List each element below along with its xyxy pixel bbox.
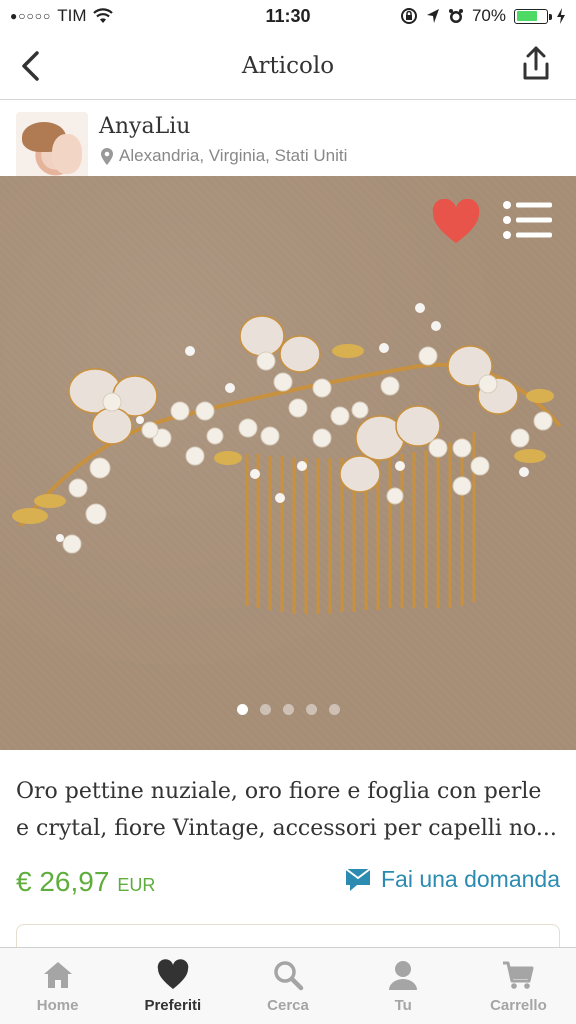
listing-title-text: Oro pettine nuziale, oro fiore e foglia … (16, 779, 557, 841)
charging-icon (557, 8, 565, 24)
tab-label: Preferiti (144, 997, 202, 1014)
status-time: 11:30 (265, 5, 311, 26)
avatar[interactable] (16, 112, 88, 184)
seller-location: Alexandria, Virginia, Stati Uniti (101, 146, 347, 166)
share-icon (523, 46, 549, 80)
battery-percent: 70% (471, 6, 506, 25)
location-arrow-icon (426, 9, 439, 23)
tab-tu[interactable]: Tu (346, 948, 461, 1024)
seller-header[interactable]: AnyaLiu Alexandria, Virginia, Stati Unit… (0, 100, 576, 184)
pager-dot[interactable] (259, 704, 271, 715)
location-label: Alexandria, Virginia, Stati Uniti (119, 146, 348, 165)
price-value: € 26,97 (16, 866, 110, 897)
cart-icon (503, 961, 534, 989)
tab-preferiti[interactable]: Preferiti (115, 948, 230, 1024)
pager-dot[interactable] (236, 704, 248, 715)
map-pin-icon (101, 147, 113, 165)
user-icon (389, 961, 418, 990)
battery-icon (514, 8, 552, 24)
tab-label: Tu (394, 997, 412, 1014)
tab-cerca[interactable]: Cerca (230, 948, 345, 1024)
page-title: Articolo (241, 52, 335, 79)
status-left: ●○○○○ TIM (10, 6, 210, 26)
tab-label: Cerca (267, 997, 309, 1014)
status-right: 70% (366, 6, 566, 26)
back-button[interactable] (10, 46, 50, 86)
heart-icon (157, 959, 189, 989)
hair-comb-illustration (12, 303, 562, 614)
ask-question-button[interactable]: Fai una domanda (345, 866, 560, 893)
image-pager[interactable] (0, 704, 576, 715)
pager-dot[interactable] (282, 704, 294, 715)
alarm-icon (448, 9, 463, 23)
price-currency: EUR (117, 875, 156, 895)
signal-icon: ●○○○○ (10, 9, 52, 23)
carrier-label: TIM (57, 6, 87, 25)
rotation-lock-icon (400, 8, 417, 24)
pager-dot[interactable] (305, 704, 317, 715)
home-icon (43, 962, 72, 988)
listing-title[interactable]: Oro pettine nuziale, oro fiore e foglia … (16, 773, 561, 847)
tab-label: Home (36, 997, 79, 1014)
wifi-icon (92, 8, 113, 23)
ask-question-label: Fai una domanda (380, 866, 560, 892)
search-icon (274, 961, 304, 991)
tab-home[interactable]: Home (0, 948, 115, 1024)
message-icon (345, 867, 371, 891)
add-to-list-icon[interactable] (502, 200, 554, 240)
status-bar: ●○○○○ TIM 11:30 70% (0, 0, 576, 32)
tab-label: Carrello (490, 997, 547, 1014)
chevron-left-icon (22, 51, 39, 81)
share-button[interactable] (516, 44, 556, 86)
shop-name[interactable]: AnyaLiu (99, 114, 190, 139)
product-image[interactable] (0, 176, 576, 750)
tab-carrello[interactable]: Carrello (461, 948, 576, 1024)
pager-dot[interactable] (328, 704, 340, 715)
nav-bar: Articolo (0, 32, 576, 100)
favorite-heart-icon[interactable] (431, 199, 481, 245)
price: € 26,97 EUR (16, 866, 155, 898)
tab-bar: Home Preferiti Cerca Tu Carrello (0, 947, 576, 1024)
